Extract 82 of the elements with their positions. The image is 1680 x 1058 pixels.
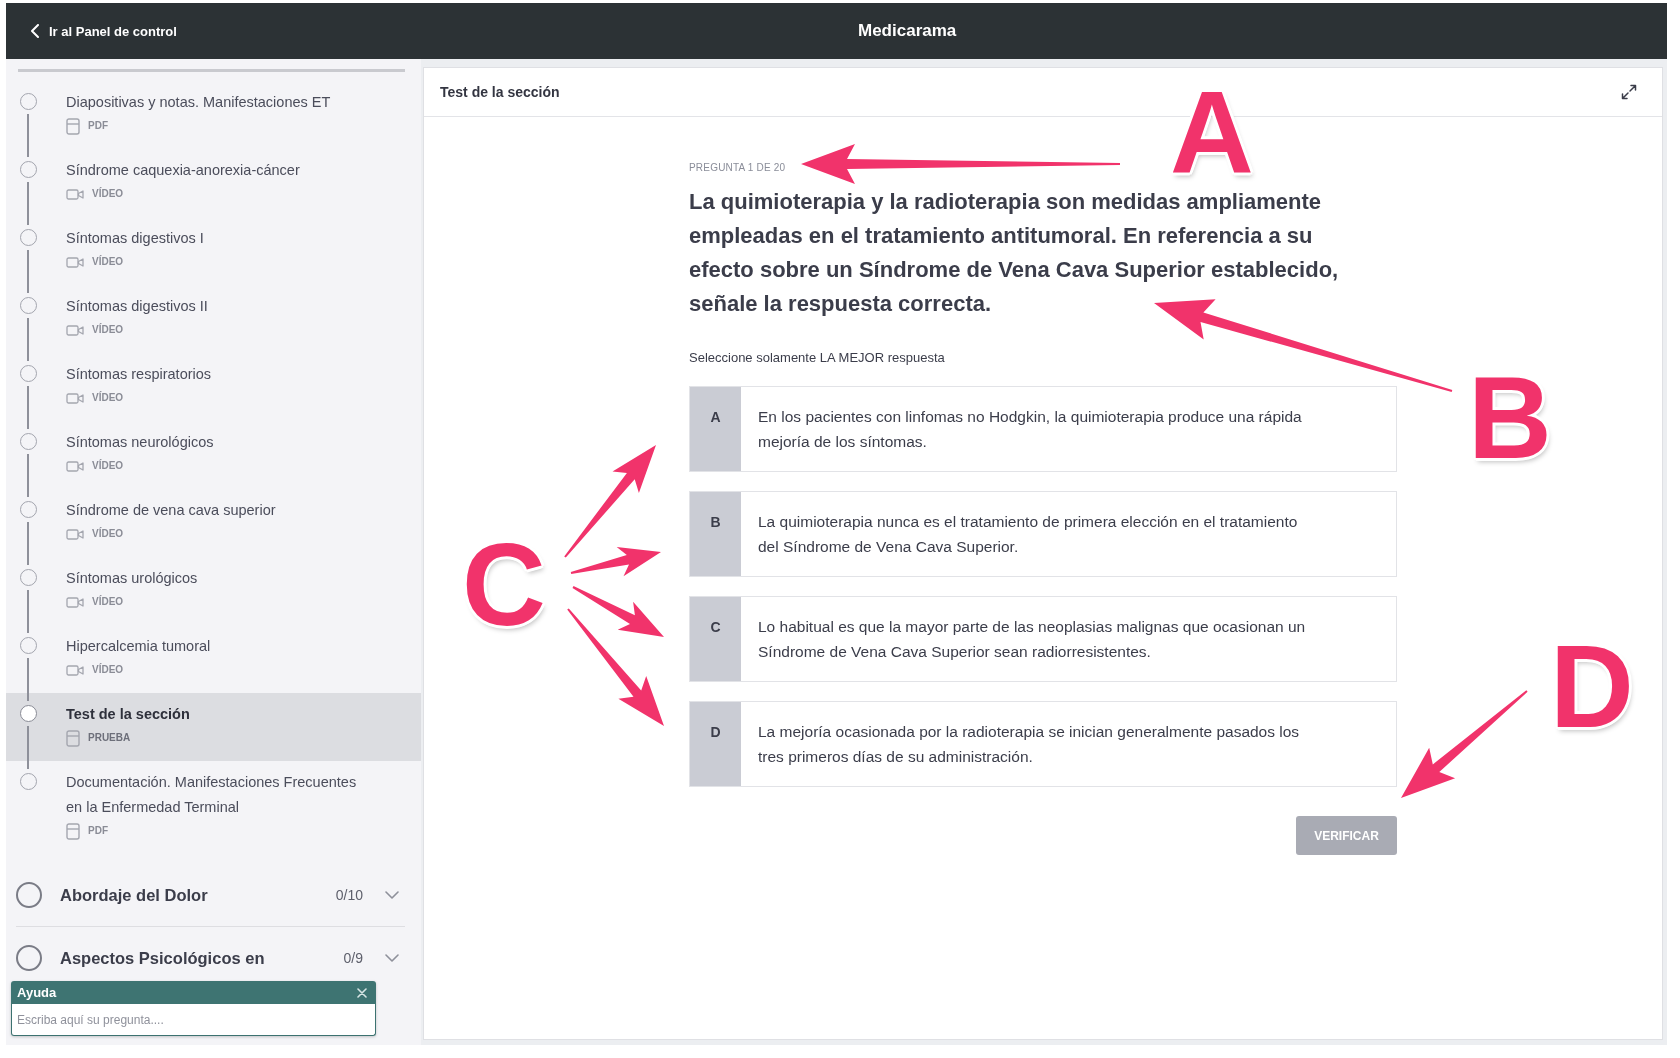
question-text: La quimioterapia y la radioterapia son medidas ampliamente empleadas en el tratamiento antitumoral. En referencia a su efecto sobre un Síndrome de Vena Cava Superior establecido, señale la respuesta correcta. bbox=[689, 188, 1340, 318]
annotation-letter: C bbox=[461, 536, 547, 635]
close-icon[interactable] bbox=[357, 987, 367, 998]
app-title: Medicarama bbox=[858, 21, 957, 41]
panel-title: Test de la sección bbox=[440, 84, 560, 100]
lesson-type-label: VÍDEO bbox=[92, 594, 124, 609]
annotation-letter: D bbox=[1549, 638, 1635, 737]
back-link[interactable]: Ir al Panel de control bbox=[31, 23, 177, 39]
lesson-type-label: VÍDEO bbox=[92, 254, 124, 269]
video-camera-icon bbox=[66, 256, 84, 268]
progress-circle-icon bbox=[16, 882, 42, 908]
course-section[interactable]: Abordaje del Dolor 0/10 bbox=[16, 864, 405, 927]
lesson-title: Síntomas digestivos I bbox=[66, 229, 204, 248]
lesson-title: Síntomas respiratorios bbox=[66, 365, 212, 384]
lesson-title: Diapositivas y notas. Manifestaciones ET bbox=[66, 93, 331, 112]
lesson-title: Síntomas digestivos II bbox=[66, 297, 208, 316]
lesson-item[interactable]: Síntomas digestivos I VÍDEO bbox=[6, 217, 421, 285]
option-letter: A bbox=[690, 387, 741, 471]
lesson-item[interactable]: Síntomas respiratorios VÍDEO bbox=[6, 353, 421, 421]
progress-circle-icon bbox=[16, 945, 42, 971]
option-letter: D bbox=[690, 702, 741, 786]
lesson-title: Síndrome caquexia-anorexia-cáncer bbox=[66, 161, 300, 180]
answer-option[interactable]: B La quimioterapia nunca es el tratamiento de primera elección en el tratamiento del Síndrome de Vena Cava Superior. bbox=[689, 491, 1397, 577]
option-letter: C bbox=[690, 597, 741, 681]
section-title: Abordaje del Dolor bbox=[60, 885, 209, 906]
instruction-text: Seleccione solamente LA MEJOR respuesta bbox=[689, 349, 945, 367]
progress-circle-icon bbox=[19, 705, 37, 722]
lesson-item[interactable]: Síndrome caquexia-anorexia-cáncer VÍDEO bbox=[6, 149, 421, 217]
lesson-title: Síntomas urológicos bbox=[66, 569, 198, 588]
option-text: La mejoría ocasionada por la radioterapia se inician generalmente pasados los tres primeros días de su administración. bbox=[757, 722, 1301, 767]
chevron-left-icon bbox=[31, 24, 39, 38]
lesson-type-label: VÍDEO bbox=[92, 458, 124, 473]
lesson-title: Síntomas neurológicos bbox=[66, 433, 214, 452]
lesson-item[interactable]: Hipercalcemia tumoral VÍDEO bbox=[6, 625, 421, 693]
lesson-item[interactable]: Documentación. Manifestaciones Frecuentes en la Enfermedad Terminal PDF bbox=[6, 761, 421, 854]
video-camera-icon bbox=[66, 664, 84, 676]
lesson-type-label: VÍDEO bbox=[92, 186, 124, 201]
question-input[interactable]: Escriba aquí su pregunta.... bbox=[11, 1004, 376, 1036]
lesson-type-label: PDF bbox=[88, 824, 108, 838]
option-text: En los pacientes con linfomas no Hodgkin, la quimioterapia produce una rápida mejoría de los síntomas. bbox=[757, 407, 1303, 452]
answer-option[interactable]: A En los pacientes con linfomas no Hodgkin, la quimioterapia produce una rápida mejoría de los síntomas. bbox=[689, 386, 1397, 472]
lesson-item[interactable]: Síntomas digestivos II VÍDEO bbox=[6, 285, 421, 353]
annotation-letter: A bbox=[1170, 84, 1254, 183]
video-camera-icon bbox=[66, 324, 84, 336]
lesson-type-label: VÍDEO bbox=[92, 662, 124, 677]
section-title: Aspectos Psicológicos en bbox=[60, 948, 266, 969]
lesson-type-label: VÍDEO bbox=[92, 390, 124, 405]
lesson-title: Síndrome de vena cava superior bbox=[66, 501, 276, 520]
option-text: La quimioterapia nunca es el tratamiento de primera elección en el tratamiento del Síndrome de Vena Cava Superior. bbox=[757, 512, 1299, 557]
option-text: Lo habitual es que la mayor parte de las neoplasias malignas que ocasionan un Síndrome de Vena Cava Superior sean radiorresistentes. bbox=[757, 617, 1307, 662]
document-icon bbox=[66, 822, 80, 840]
lesson-item[interactable]: Síndrome de vena cava superior VÍDEO bbox=[6, 489, 421, 557]
lesson-item[interactable]: Síntomas neurológicos VÍDEO bbox=[6, 421, 421, 489]
document-icon bbox=[66, 117, 80, 135]
lesson-type-label: VÍDEO bbox=[92, 526, 124, 541]
lesson-item[interactable]: Test de la sección PRUEBA bbox=[6, 693, 421, 761]
section-progress-count: 0/10 bbox=[335, 886, 363, 905]
video-camera-icon bbox=[66, 528, 84, 540]
lesson-type-label: PRUEBA bbox=[88, 731, 131, 745]
lesson-type-label: PDF bbox=[88, 119, 108, 133]
lesson-item[interactable]: Síntomas urológicos VÍDEO bbox=[6, 557, 421, 625]
question-counter: PREGUNTA 1 DE 20 bbox=[689, 161, 786, 175]
lesson-title: Documentación. Manifestaciones Frecuentes en la Enfermedad Terminal bbox=[66, 773, 358, 817]
chevron-down-icon[interactable] bbox=[385, 954, 399, 962]
lesson-title: Test de la sección bbox=[66, 705, 190, 724]
video-camera-icon bbox=[66, 392, 84, 404]
video-camera-icon bbox=[66, 188, 84, 200]
annotation-letter: B bbox=[1467, 369, 1553, 468]
answer-option[interactable]: C Lo habitual es que la mayor parte de las neoplasias malignas que ocasionan un Síndrome de Vena Cava Superior sean radiorresistentes. bbox=[689, 596, 1397, 682]
answer-option[interactable]: D La mejoría ocasionada por la radioterapia se inician generalmente pasados los tres primeros días de su administración. bbox=[689, 701, 1397, 787]
expand-icon[interactable] bbox=[1621, 84, 1637, 100]
section-progress-count: 0/9 bbox=[343, 949, 363, 968]
lesson-title: Hipercalcemia tumoral bbox=[66, 637, 211, 656]
option-letter: B bbox=[690, 492, 741, 576]
video-camera-icon bbox=[66, 596, 84, 608]
lesson-item[interactable]: Diapositivas y notas. Manifestaciones ET PDF bbox=[6, 81, 421, 149]
video-camera-icon bbox=[66, 460, 84, 472]
lesson-type-label: VÍDEO bbox=[92, 322, 124, 337]
help-title: Ayuda bbox=[17, 985, 57, 1000]
course-section[interactable]: Aspectos Psicológicos en 0/9 bbox=[16, 927, 405, 975]
chevron-down-icon[interactable] bbox=[385, 891, 399, 899]
document-icon bbox=[66, 729, 80, 747]
